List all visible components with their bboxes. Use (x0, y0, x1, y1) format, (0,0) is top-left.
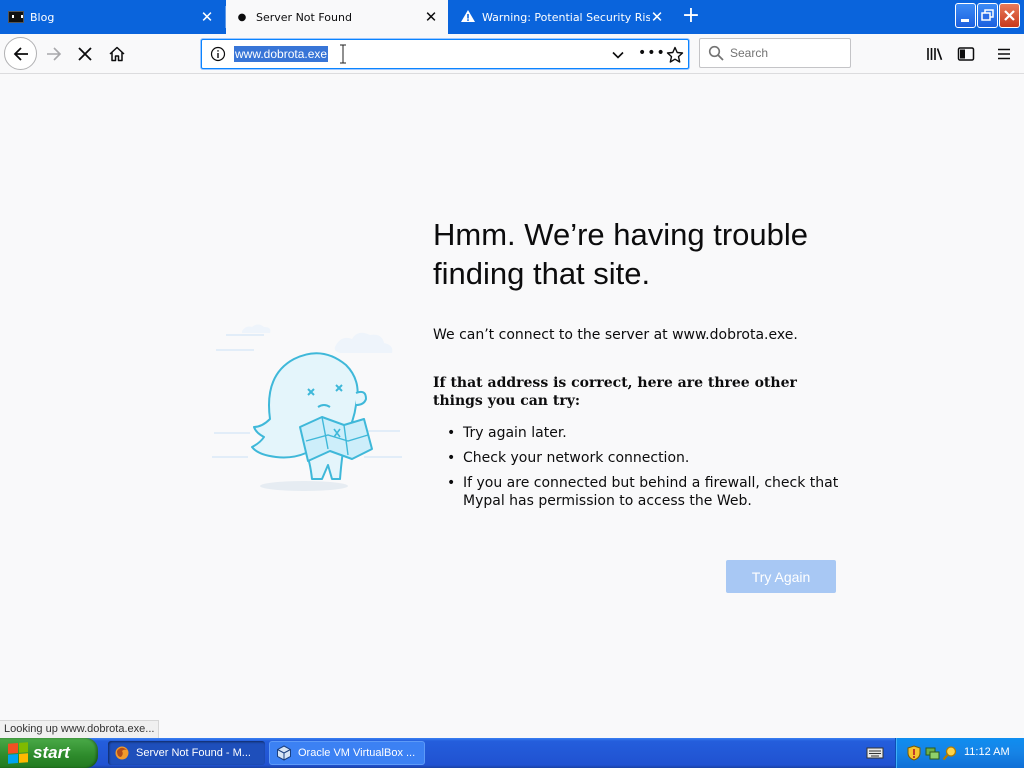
bookmark-star-icon[interactable] (666, 46, 684, 64)
chevron-down-icon[interactable] (610, 47, 626, 63)
tab-security-warning[interactable]: Warning: Potential Security Risk A ✕ (452, 0, 674, 34)
confused-ghost-illustration (212, 324, 402, 491)
terminal-favicon-icon (8, 11, 24, 23)
browser-app-icon (115, 746, 129, 760)
stop-icon (78, 47, 92, 61)
clock[interactable]: 11:12 AM (964, 746, 1010, 758)
library-button[interactable] (919, 38, 951, 70)
tab-title: Blog (30, 10, 55, 24)
hamburger-menu-icon (998, 48, 1010, 60)
tip-item: Check your network connection. (433, 449, 843, 467)
start-label: start (33, 743, 70, 762)
library-icon (927, 48, 943, 61)
taskbar: start Server Not Found - M... Oracle VM … (0, 738, 1024, 768)
new-tab-button[interactable]: + (678, 4, 704, 30)
taskbar-item-virtualbox[interactable]: Oracle VM VirtualBox ... (269, 741, 425, 765)
forward-button[interactable] (38, 38, 70, 70)
search-icon (708, 45, 724, 61)
taskbar-item-label: Server Not Found - M... (136, 747, 251, 759)
windows-logo-icon (8, 742, 28, 764)
restore-button[interactable] (977, 3, 998, 28)
tip-item: If you are connected but behind a firewa… (433, 474, 843, 510)
back-arrow-icon (13, 46, 28, 61)
system-tray: 11:12 AM (895, 738, 1024, 768)
close-tab-icon[interactable]: ✕ (200, 10, 214, 25)
forward-arrow-icon (47, 47, 62, 61)
error-page: Hmm. We’re having trouble finding that s… (0, 75, 1024, 718)
keyboard-icon[interactable] (866, 745, 884, 761)
close-tab-icon[interactable]: ✕ (424, 10, 438, 25)
back-button[interactable] (4, 37, 37, 70)
text-cursor-icon (340, 44, 346, 64)
search-input[interactable] (730, 44, 845, 62)
loading-dot-icon: ● (237, 11, 247, 23)
warning-icon (460, 9, 476, 26)
home-button[interactable] (101, 38, 133, 70)
address-bar[interactable]: www.dobrota.exe ••• (201, 39, 689, 69)
error-message-container: Hmm. We’re having trouble finding that s… (433, 215, 843, 517)
info-icon[interactable] (210, 46, 226, 62)
stop-button[interactable] (69, 38, 101, 70)
network-icon[interactable] (924, 745, 940, 761)
home-icon (109, 46, 125, 62)
minimize-button[interactable] (955, 3, 976, 28)
tab-title: Server Not Found (256, 10, 352, 24)
taskbar-item-label: Oracle VM VirtualBox ... (298, 747, 416, 759)
tip-item: Try again later. (433, 424, 843, 442)
page-actions-icon[interactable]: ••• (638, 46, 665, 63)
error-title: Hmm. We’re having trouble finding that s… (433, 217, 809, 291)
status-bar-text: Looking up www.dobrota.exe... (0, 720, 160, 738)
sidebar-icon (957, 47, 975, 61)
sidebar-toggle-button[interactable] (950, 38, 982, 70)
close-tab-icon[interactable]: ✕ (650, 10, 664, 25)
tab-title: Warning: Potential Security Risk A (482, 10, 650, 24)
security-shield-icon[interactable] (906, 745, 922, 761)
tab-strip: Blog ✕ ● Server Not Found ✕ Warning: Pot… (0, 0, 1024, 34)
error-description: We can’t connect to the server at www.do… (433, 327, 798, 343)
tips-heading: If that address is correct, here are thr… (433, 375, 797, 409)
start-button[interactable]: start (0, 738, 98, 768)
url-text[interactable]: www.dobrota.exe (234, 46, 329, 62)
navigation-toolbar: www.dobrota.exe ••• (0, 34, 1024, 74)
tab-blog[interactable]: Blog ✕ (0, 0, 224, 34)
tab-server-not-found[interactable]: ● Server Not Found ✕ (226, 0, 448, 34)
menu-button[interactable] (990, 38, 1018, 70)
tips-list: Try again later. Check your network conn… (433, 424, 843, 510)
close-window-button[interactable] (999, 3, 1020, 28)
virtualbox-app-icon (277, 745, 291, 761)
search-bar[interactable] (699, 38, 851, 68)
try-again-button[interactable]: Try Again (726, 560, 836, 593)
search-tray-icon[interactable] (942, 745, 958, 761)
taskbar-item-browser[interactable]: Server Not Found - M... (108, 741, 265, 765)
